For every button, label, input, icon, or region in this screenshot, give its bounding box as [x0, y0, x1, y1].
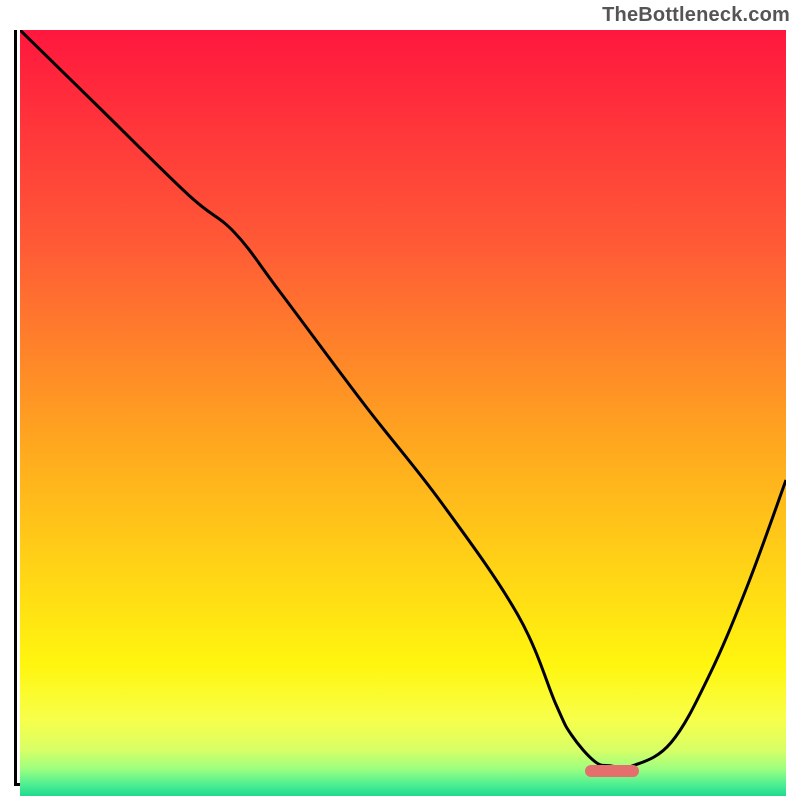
- watermark-text: TheBottleneck.com: [602, 4, 790, 27]
- optimal-marker: [585, 765, 639, 777]
- bottleneck-curve: [20, 30, 786, 780]
- plot-area: [14, 30, 786, 786]
